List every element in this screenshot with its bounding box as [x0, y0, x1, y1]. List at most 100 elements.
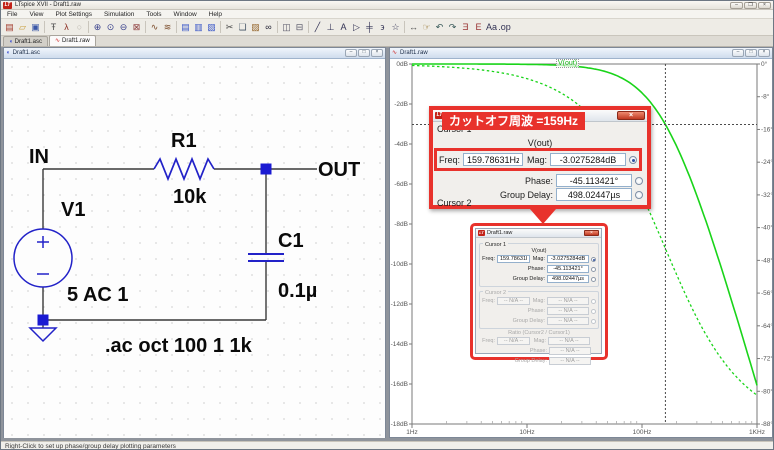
open-icon[interactable]: ▱	[16, 20, 29, 34]
tile-vertical-icon[interactable]: ▥	[192, 20, 205, 34]
freq-input[interactable]	[497, 255, 530, 263]
schematic-minimize-button[interactable]: –	[345, 49, 357, 57]
plot-close-button[interactable]: ×	[758, 49, 770, 57]
control-panel-icon[interactable]: Ŧ	[47, 20, 60, 34]
component-icon[interactable]: ☆	[389, 20, 402, 34]
ground-symbol[interactable]	[30, 328, 56, 341]
phase-radio[interactable]	[591, 309, 596, 314]
copy-icon[interactable]: ❏	[236, 20, 249, 34]
menu-tools[interactable]: Tools	[140, 10, 167, 19]
node-out[interactable]	[261, 164, 272, 175]
phase-radio[interactable]	[635, 177, 643, 185]
callout-pointer	[530, 209, 556, 224]
menu-window[interactable]: Window	[168, 10, 203, 19]
resistor-R1[interactable]	[154, 159, 214, 179]
group-delay-radio[interactable]	[635, 191, 643, 199]
mag-input[interactable]	[547, 255, 589, 263]
tab-draft1-raw[interactable]: ∿ Draft1.raw	[49, 35, 96, 46]
plot-settings-icon[interactable]: ≋	[161, 20, 174, 34]
freq-input[interactable]	[463, 153, 523, 166]
minimize-button[interactable]: –	[730, 2, 743, 9]
zoom-back-icon[interactable]: ⊙	[104, 20, 117, 34]
group-delay-input[interactable]	[547, 275, 589, 283]
v1-value-label[interactable]: 5 AC 1	[67, 284, 129, 306]
phase-radio[interactable]	[591, 267, 596, 272]
cascade-windows-icon[interactable]: ▧	[205, 20, 218, 34]
spice-directive-icon[interactable]: .op	[498, 20, 511, 34]
undo-icon[interactable]: ↶	[433, 20, 446, 34]
c1-value-label[interactable]: 0.1µ	[278, 280, 317, 302]
redo-icon[interactable]: ↷	[446, 20, 459, 34]
capacitor-C1[interactable]	[248, 254, 284, 261]
net-label-in[interactable]: IN	[29, 146, 49, 168]
cut-icon[interactable]: ✂	[223, 20, 236, 34]
mag-radio[interactable]	[591, 257, 596, 262]
phase-input[interactable]	[556, 174, 632, 187]
move-icon[interactable]: ↔	[407, 20, 420, 34]
menu-plot-settings[interactable]: Plot Settings	[49, 10, 98, 19]
plot-maximize-button[interactable]: □	[745, 49, 757, 57]
menu-file[interactable]: File	[1, 10, 23, 19]
close-button[interactable]: ×	[758, 2, 771, 9]
freq-label: Freq:	[482, 298, 495, 304]
menu-simulation[interactable]: Simulation	[98, 10, 140, 19]
ground-icon[interactable]: ⊥	[324, 20, 337, 34]
paste-icon[interactable]: ▨	[249, 20, 262, 34]
wire-icon[interactable]: ╱	[311, 20, 324, 34]
zoom-out-icon[interactable]: ⊖	[117, 20, 130, 34]
capacitor-icon[interactable]: ╪	[363, 20, 376, 34]
plot-minimize-button[interactable]: –	[732, 49, 744, 57]
plot-area[interactable]: 0dB-2dB-4dB-6dB-8dB-10dB-12dB-14dB-16dB-…	[390, 59, 772, 438]
tile-horizontal-icon[interactable]: ▤	[179, 20, 192, 34]
cursor-callout-dialog: カットオフ周波 =159Hz LT × Cursor 1 V(out) Freq…	[429, 106, 651, 209]
r1-value-label[interactable]: 10k	[173, 186, 207, 208]
menubar: File View Plot Settings Simulation Tools…	[1, 10, 773, 19]
group-delay-radio[interactable]	[591, 277, 596, 282]
print-icon[interactable]: ⊟	[293, 20, 306, 34]
r1-name-label[interactable]: R1	[171, 130, 197, 152]
cursor-dialog-titlebar[interactable]: LT Draft1.raw ×	[476, 229, 601, 238]
text-icon[interactable]: Aa	[485, 20, 498, 34]
menu-view[interactable]: View	[23, 10, 49, 19]
schematic-window-titlebar[interactable]: ◖ Draft1.asc – □ ×	[4, 48, 385, 59]
plot-window-titlebar[interactable]: ∿ Draft1.raw – □ ×	[390, 48, 772, 59]
freq-label: Freq:	[439, 155, 460, 165]
zoom-in-icon[interactable]: ⊕	[91, 20, 104, 34]
new-schematic-icon[interactable]: ▤	[3, 20, 16, 34]
rotate-icon[interactable]: E	[472, 20, 485, 34]
trace-label-vout[interactable]: V(out)	[556, 59, 579, 68]
zoom-full-icon[interactable]: ⊠	[130, 20, 143, 34]
menu-help[interactable]: Help	[203, 10, 228, 19]
c1-name-label[interactable]: C1	[278, 230, 304, 252]
group-delay-input[interactable]	[556, 188, 632, 201]
mag-input[interactable]	[550, 153, 626, 166]
schematic-tab-icon: ◖	[9, 39, 13, 45]
tab-draft1-asc[interactable]: ◖ Draft1.asc	[3, 36, 48, 46]
schematic-canvas[interactable]: IN OUT R1 10k V1 5 AC 1 C1 0.1µ .ac oct …	[4, 59, 385, 438]
node-gnd[interactable]	[38, 315, 49, 326]
autorange-icon[interactable]: ∿	[148, 20, 161, 34]
label-icon[interactable]: A	[337, 20, 350, 34]
phase-input[interactable]	[547, 265, 589, 273]
callout-close-button[interactable]: ×	[617, 111, 645, 120]
mirror-icon[interactable]: Ǝ	[459, 20, 472, 34]
group-delay-radio[interactable]	[591, 319, 596, 324]
print-preview-icon[interactable]: ◫	[280, 20, 293, 34]
spice-directive-text[interactable]: .ac oct 100 1 1k	[105, 335, 253, 357]
inductor-icon[interactable]: ϶	[376, 20, 389, 34]
find-icon[interactable]: ∞	[262, 20, 275, 34]
save-icon[interactable]: ▣	[29, 20, 42, 34]
run-icon[interactable]: λ	[60, 20, 73, 34]
voltage-source-V1[interactable]	[14, 229, 72, 287]
mag-radio[interactable]	[629, 156, 637, 164]
drag-icon[interactable]: ☞	[420, 20, 433, 34]
diode-icon[interactable]: ▷	[350, 20, 363, 34]
halt-icon[interactable]: ○	[73, 20, 86, 34]
net-label-out[interactable]: OUT	[318, 159, 360, 181]
v1-name-label[interactable]: V1	[61, 199, 85, 221]
schematic-maximize-button[interactable]: □	[358, 49, 370, 57]
mag-radio[interactable]	[591, 299, 596, 304]
schematic-close-button[interactable]: ×	[371, 49, 383, 57]
cursor-dialog-close-button[interactable]: ×	[584, 230, 599, 236]
maximize-button[interactable]: ❐	[744, 2, 757, 9]
